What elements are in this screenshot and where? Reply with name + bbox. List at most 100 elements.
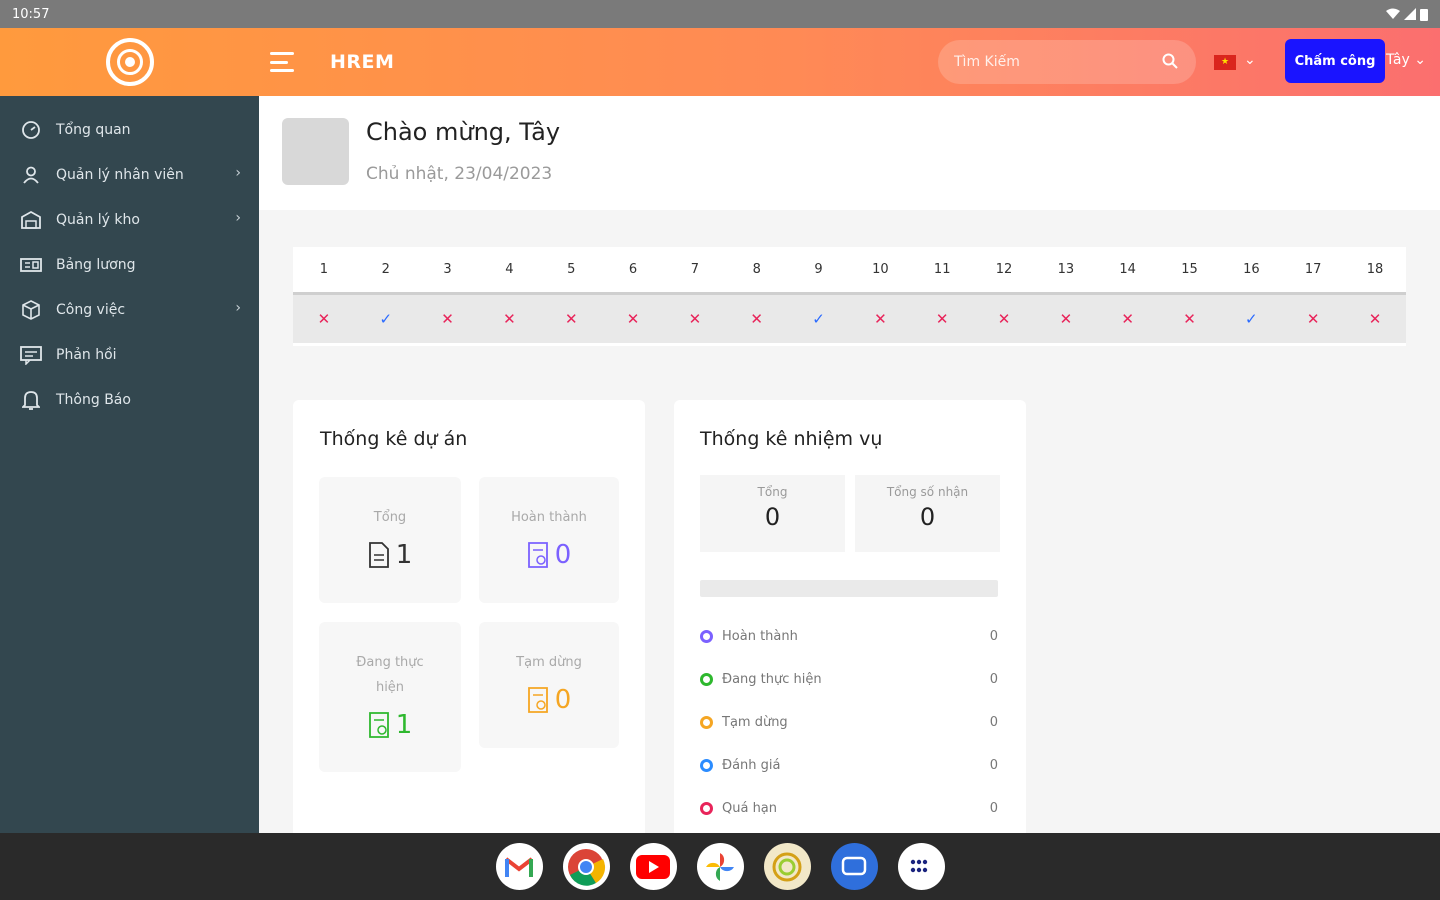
task-total-box[interactable]: Tổng 0 <box>700 475 845 552</box>
attendance-day-label: 7 <box>690 262 700 277</box>
android-taskbar <box>0 833 1440 900</box>
sidebar-item-employees[interactable]: Quản lý nhân viên › <box>0 152 259 197</box>
messages-icon[interactable] <box>830 843 878 890</box>
attendance-absent-cell[interactable]: ✕ <box>726 310 788 328</box>
project-total-tile[interactable]: Tổng 1 <box>319 477 461 603</box>
sidebar-item-payroll[interactable]: Bảng lương <box>0 242 259 287</box>
attendance-day-label: 10 <box>872 262 889 277</box>
main-content: Chào mừng, Tây Chủ nhật, 23/04/2023 1234… <box>259 96 1440 833</box>
current-date: Chủ nhật, 23/04/2023 <box>366 164 553 184</box>
legend-completed: Hoàn thành 0 <box>700 626 998 646</box>
legend-in-progress: Đang thực hiện 0 <box>700 669 998 689</box>
sidebar-item-feedback[interactable]: Phản hồi <box>0 332 259 377</box>
project-in-progress-tile[interactable]: Đang thực hiện 1 <box>319 622 461 772</box>
attendance-present-cell[interactable]: ✓ <box>355 310 417 328</box>
legend-value: 0 <box>989 757 998 773</box>
chrome-icon[interactable] <box>562 843 610 890</box>
legend-label: Đang thực hiện <box>722 671 822 687</box>
signal-icon <box>1404 8 1416 20</box>
attendance-absent-cell[interactable]: ✕ <box>602 310 664 328</box>
sidebar-item-warehouse[interactable]: Quản lý kho › <box>0 197 259 242</box>
search-box[interactable] <box>938 40 1196 84</box>
youtube-icon[interactable] <box>629 843 677 890</box>
tile-label: Hoàn thành <box>511 510 587 525</box>
document-progress-icon <box>368 712 389 738</box>
welcome-panel: Chào mừng, Tây Chủ nhật, 23/04/2023 <box>259 96 1440 210</box>
sidebar-item-label: Bảng lương <box>56 256 136 273</box>
wifi-icon <box>1386 8 1400 19</box>
attendance-absent-cell[interactable]: ✕ <box>1159 310 1221 328</box>
app-drawer-icon[interactable] <box>897 843 945 890</box>
status-time: 10:57 <box>12 6 50 22</box>
hamburger-line <box>270 69 294 72</box>
attendance-day-label: 11 <box>933 262 951 277</box>
attendance-day-label: 16 <box>1243 262 1260 277</box>
legend-value: 0 <box>989 800 998 816</box>
status-bar: 10:57 <box>0 0 1440 28</box>
avatar[interactable] <box>282 118 349 185</box>
sidebar-item-tasks[interactable]: Công việc › <box>0 287 259 332</box>
user-icon <box>20 164 42 186</box>
checkin-button[interactable]: Chấm công <box>1285 39 1385 83</box>
sidebar-item-notifications[interactable]: Thông Báo <box>0 377 259 422</box>
greeting-title: Chào mừng, Tây <box>366 118 561 146</box>
logo-area[interactable] <box>0 28 260 96</box>
payroll-icon <box>20 254 42 276</box>
tile-value: 0 <box>554 540 572 570</box>
attendance-absent-cell[interactable]: ✕ <box>293 310 355 328</box>
stat-value: 0 <box>919 503 936 531</box>
stat-label: Tổng số nhận <box>886 485 969 499</box>
attendance-day-label: 12 <box>995 262 1013 277</box>
attendance-present-cell[interactable]: ✓ <box>1220 310 1282 328</box>
attendance-day-label: 5 <box>567 262 576 277</box>
check-icon: ✓ <box>379 310 393 328</box>
app-logo[interactable] <box>106 38 154 86</box>
attendance-absent-cell[interactable]: ✕ <box>664 310 726 328</box>
attendance-absent-cell[interactable]: ✕ <box>973 310 1035 328</box>
sidebar-item-label: Quản lý nhân viên <box>56 166 184 183</box>
stat-value: 0 <box>764 503 781 531</box>
project-completed-tile[interactable]: Hoàn thành 0 <box>479 477 619 603</box>
photos-icon[interactable] <box>696 843 744 890</box>
user-name: Tây <box>1386 52 1410 68</box>
document-icon <box>368 542 389 568</box>
legend-dot <box>700 715 713 729</box>
gmail-icon[interactable] <box>495 843 543 890</box>
check-icon: ✓ <box>1245 310 1258 328</box>
attendance-absent-cell[interactable]: ✕ <box>849 310 911 328</box>
search-icon[interactable] <box>1162 53 1178 69</box>
search-input[interactable] <box>954 54 1154 70</box>
cross-icon: ✕ <box>1183 310 1196 328</box>
sidebar-item-overview[interactable]: Tổng quan <box>0 107 259 152</box>
legend-value: 0 <box>989 671 998 687</box>
cross-icon: ✕ <box>1121 310 1134 328</box>
project-paused-tile[interactable]: Tạm dừng 0 <box>479 622 619 748</box>
task-received-box[interactable]: Tổng số nhận 0 <box>855 475 1000 552</box>
attendance-absent-cell[interactable]: ✕ <box>417 310 479 328</box>
attendance-present-cell[interactable]: ✓ <box>788 310 850 328</box>
vietnam-flag-icon[interactable]: ★ <box>1214 55 1236 70</box>
hrem-app-icon[interactable] <box>763 843 811 890</box>
attendance-absent-cell[interactable]: ✕ <box>540 310 602 328</box>
stat-label: Tổng <box>757 485 788 499</box>
attendance-absent-cell[interactable]: ✕ <box>1344 310 1406 328</box>
cross-icon: ✕ <box>317 310 331 328</box>
document-check-icon <box>527 542 548 568</box>
attendance-absent-cell[interactable]: ✕ <box>478 310 540 328</box>
tile-value: 1 <box>395 540 413 570</box>
legend-overdue: Quá hạn 0 <box>700 798 998 818</box>
task-stats-card: Thống kê nhiệm vụ Tổng 0 Tổng số nhận 0 … <box>674 400 1026 833</box>
attendance-absent-cell[interactable]: ✕ <box>1035 310 1097 328</box>
attendance-absent-cell[interactable]: ✕ <box>1097 310 1159 328</box>
menu-toggle-button[interactable] <box>270 52 294 72</box>
sidebar-item-label: Phản hồi <box>56 346 117 363</box>
attendance-absent-cell[interactable]: ✕ <box>1282 310 1344 328</box>
legend-paused: Tạm dừng 0 <box>700 712 998 732</box>
language-chevron-down-icon[interactable]: ⌄ <box>1244 52 1256 68</box>
bell-icon <box>20 389 42 411</box>
user-menu[interactable]: Tây ⌄ <box>1386 52 1426 68</box>
cross-icon: ✕ <box>1368 310 1382 328</box>
attendance-absent-cell[interactable]: ✕ <box>911 310 973 328</box>
attendance-day-label: 15 <box>1181 262 1198 277</box>
sidebar-item-label: Công việc <box>56 301 126 318</box>
